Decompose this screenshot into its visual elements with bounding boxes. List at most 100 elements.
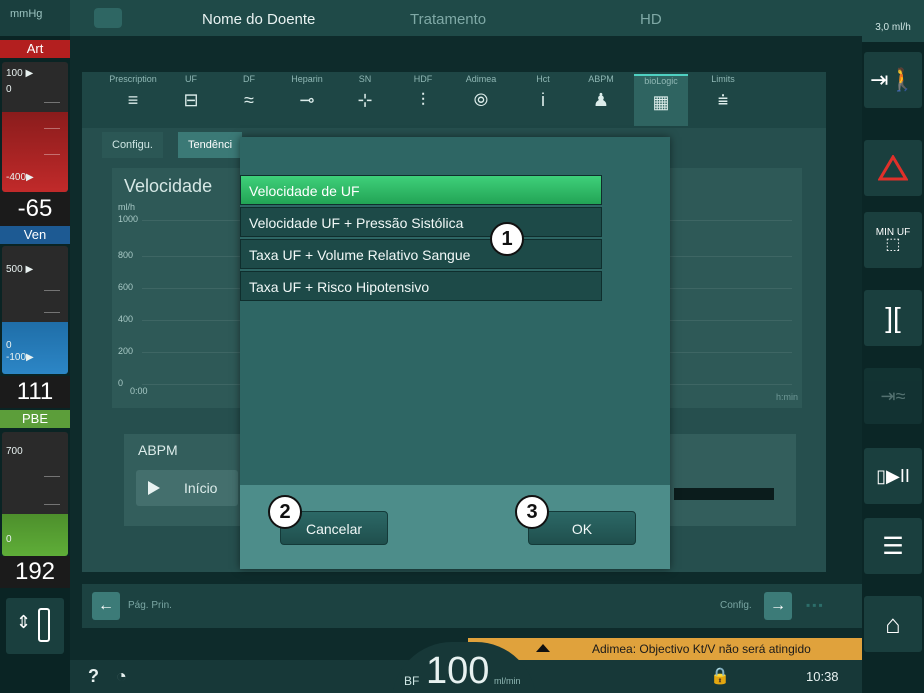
chart-option[interactable]: Taxa UF + Volume Relativo Sangue [240, 239, 602, 269]
subtab-trend[interactable]: Tendênci [178, 132, 243, 158]
help-button[interactable]: ? [88, 666, 99, 687]
card-icon [94, 8, 122, 28]
tick [44, 476, 60, 477]
tab-label: bioLogic [644, 76, 678, 86]
ven-label: Ven [0, 226, 70, 244]
top-bar: Nome do Doente Tratamento HD [70, 0, 862, 36]
ven-value: 111 [0, 376, 70, 408]
prescription-icon: ≡ [127, 90, 139, 110]
config-label: Config. [720, 600, 752, 611]
level-control-button[interactable]: ⇕ [6, 598, 64, 654]
chart-title: Velocidade [124, 176, 213, 196]
tab-prescription[interactable]: Prescription ≡ [106, 74, 160, 126]
disabled-action-button[interactable]: ⇥≈ [864, 368, 922, 424]
tab-biologic[interactable]: bioLogic ▦ [634, 74, 688, 126]
ven-gauge[interactable]: 500 ▶ 0 -100▶ [2, 246, 68, 374]
chart-option[interactable]: Velocidade UF + Pressão Sistólica [240, 207, 602, 237]
uf-icon: ⊟ [183, 90, 199, 110]
arrow-right-icon: → [770, 597, 786, 614]
callout-1: 1 [490, 222, 524, 256]
tab-label: SN [358, 74, 372, 84]
chart-y-tick: 800 [118, 250, 134, 260]
pbe-gauge[interactable]: 700 0 [2, 432, 68, 556]
chart-option[interactable]: Velocidade de UF [240, 175, 602, 205]
alert-bar[interactable]: Adimea: Objectivo Kt/V não será atingido [468, 638, 862, 660]
chart-unit: ml/h [118, 202, 136, 212]
warning-triangle-icon [878, 155, 908, 181]
clock-time: 10:38 [806, 669, 839, 684]
chart-y-tick: 1000 [118, 214, 139, 224]
tick [44, 312, 60, 313]
right-action-column: 3,0 ml/h ⇥🚶 MIN UF ⬚ ][ ⇥≈ ▯▶II ☰ ⌂ [862, 0, 924, 693]
bf-unit: ml/min [494, 676, 521, 686]
abpm-label: ABPM [138, 442, 178, 458]
subtab-config[interactable]: Configu. [102, 132, 163, 158]
chart-y-tick: 400 [118, 314, 134, 324]
art-gauge[interactable]: 100 ▶ 0 -400▶ [2, 62, 68, 192]
tab-hdf[interactable]: HDF ⫶ [396, 74, 450, 126]
tab-label: Hct [536, 74, 550, 84]
pressure-unit: mmHg [0, 0, 70, 36]
min-uf-button[interactable]: MIN UF ⬚ [864, 212, 922, 268]
hct-icon: i [541, 90, 545, 110]
alarm-button[interactable] [864, 140, 922, 196]
bolus-button[interactable]: ][ [864, 290, 922, 346]
ven-limit-low: -100▶ [6, 352, 34, 363]
treatment-label[interactable]: Tratamento [410, 11, 486, 28]
bottom-nav: ← Pág. Prin. Config. → ▪▪▪ [82, 584, 862, 628]
level-bottle-icon [38, 608, 50, 642]
tab-adimea[interactable]: Adimea ⦾ [454, 74, 508, 126]
patient-connect-button[interactable]: ⇥🚶 [864, 52, 922, 108]
art-zero: 0 [6, 84, 12, 95]
alert-text: Adimea: Objectivo Kt/V não será atingido [592, 642, 811, 656]
callout-3: 3 [515, 495, 549, 529]
uf-rate-value: 3,0 ml/h [875, 22, 911, 33]
tab-label: Adimea [465, 74, 497, 84]
min-uf-icon: MIN UF ⬚ [875, 227, 911, 253]
tab-label: DF [243, 74, 255, 84]
uf-rate-indicator: 3,0 ml/h [862, 0, 924, 42]
page-dots-icon: ▪▪▪ [806, 598, 825, 612]
tab-abpm[interactable]: ABPM ♟ [574, 74, 628, 126]
back-button[interactable]: ← [92, 592, 120, 620]
tick [44, 154, 60, 155]
art-label: Art [0, 40, 70, 58]
play-icon [148, 481, 160, 495]
abpm-icon: ♟ [592, 90, 610, 110]
abpm-start-button[interactable]: Início [136, 470, 238, 506]
alert-expand-icon [536, 644, 550, 652]
tab-hct[interactable]: Hct i [516, 74, 570, 126]
home-button[interactable]: ⌂ [864, 596, 922, 652]
chart-option[interactable]: Taxa UF + Risco Hipotensivo [240, 271, 602, 301]
arrow-left-icon: ← [98, 597, 114, 614]
chart-y-tick: 0 [118, 378, 124, 388]
pbe-high: 700 [6, 446, 23, 457]
pause-icon: ▯▶II [876, 465, 910, 486]
chart-y-tick: 600 [118, 282, 134, 292]
lock-icon[interactable]: 🔒 [710, 666, 730, 686]
tab-df[interactable]: DF ≈ [222, 74, 276, 126]
tab-limits[interactable]: Limits ⩧ [696, 74, 750, 126]
timer-icon[interactable]: ◔ [116, 666, 127, 687]
level-arrows-icon: ⇕ [16, 612, 32, 632]
tab-label: HDF [413, 74, 433, 84]
tab-uf[interactable]: UF ⊟ [164, 74, 218, 126]
tab-heparin[interactable]: Heparin ⊸ [280, 74, 334, 126]
back-label: Pág. Prin. [128, 600, 172, 611]
art-high: 100 ▶ [6, 68, 34, 79]
config-next-button[interactable]: → [764, 592, 792, 620]
pbe-value: 192 [0, 556, 70, 588]
heparin-icon: ⊸ [299, 90, 315, 110]
chart-y-tick: 200 [118, 346, 134, 356]
sn-icon: ⊹ [357, 90, 373, 110]
tab-sn[interactable]: SN ⊹ [338, 74, 392, 126]
patient-name[interactable]: Nome do Doente [202, 11, 315, 28]
mode-label[interactable]: HD [640, 11, 662, 28]
menu-button[interactable]: ☰ [864, 518, 922, 574]
function-tabs: Prescription ≡ UF ⊟ DF ≈ Heparin ⊸ SN ⊹ HDF ⫶ Adimea… [82, 72, 826, 128]
abpm-start-label: Início [184, 480, 218, 496]
tab-label: Limits [711, 74, 735, 84]
hdf-icon: ⫶ [420, 90, 426, 110]
pause-button[interactable]: ▯▶II [864, 448, 922, 504]
list-icon: ☰ [882, 532, 904, 560]
